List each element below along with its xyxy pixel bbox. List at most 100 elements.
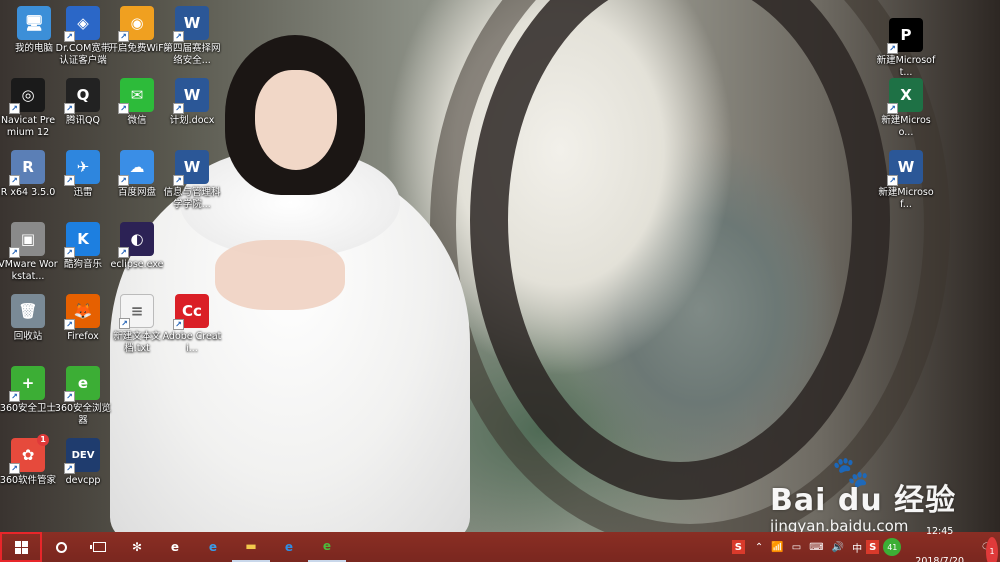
desktop-icon-vmware[interactable]: ▣ ↗ VMware Workstat... — [0, 222, 58, 283]
desktop-icon-word-doc[interactable]: W ↗ 计划.docx — [164, 78, 220, 127]
shortcut-arrow-icon: ↗ — [887, 103, 898, 114]
network-icon[interactable]: 📶 — [767, 532, 787, 562]
devcpp-icon: DEV ↗ — [64, 438, 100, 474]
volume-icon[interactable]: 🔊 — [828, 532, 848, 562]
wallpaper-figure-hands — [215, 240, 345, 310]
desktop-icon-devcpp[interactable]: DEV ↗ devcpp — [55, 438, 111, 487]
kugou-icon: K ↗ — [64, 222, 100, 258]
shortcut-arrow-icon: ↗ — [9, 247, 20, 258]
pinwheel-app-icon: ✻ — [131, 540, 143, 554]
desktop-icon-word-doc[interactable]: W ↗ 新建Microsof... — [878, 150, 934, 211]
shortcut-arrow-icon: ↗ — [9, 103, 20, 114]
sogou-tray-icon[interactable]: S — [866, 540, 880, 554]
desktop-icon-firefox[interactable]: 🦊 ↗ Firefox — [55, 294, 111, 343]
firefox-icon: 🦊 ↗ — [64, 294, 100, 330]
clock[interactable]: 12:45 2018/7/20 — [905, 517, 974, 562]
taskbar-app-360-browser-taskbar[interactable]: e — [308, 532, 346, 562]
360-browser-icon: e ↗ — [64, 366, 100, 402]
action-center-button[interactable]: 🗨 1 — [974, 532, 1000, 562]
file-explorer-icon: ▬ — [245, 539, 257, 553]
desktop-icon-word-doc[interactable]: W ↗ 信息与管理科学学院... — [163, 150, 221, 211]
shortcut-arrow-icon: ↗ — [9, 463, 20, 474]
desktop-icon-label: 360安全卫士 — [0, 403, 57, 414]
system-tray: S ⌃ 📶 ▭ ⌨ 🔊 中 S 41 12:45 2018/7/20 🗨 1 — [731, 526, 1000, 562]
taskbar-app-pinwheel-app[interactable]: ✻ — [118, 532, 156, 562]
desktop-icon-text-file[interactable]: ≡ ↗ 新建文本文档.txt — [109, 294, 165, 355]
drcom-icon: ◈ ↗ — [64, 6, 100, 42]
start-button[interactable] — [0, 532, 42, 562]
desktop-icon-label: 信息与管理科学学院... — [163, 187, 221, 210]
desktop-icon-label: Adobe Creati... — [162, 331, 222, 354]
desktop-icon-eclipse[interactable]: ◐ ↗ eclipse.exe — [109, 222, 165, 271]
shortcut-arrow-icon: ↗ — [64, 319, 75, 330]
recycle-bin-icon: 🗑 — [11, 294, 45, 328]
cortana-search-button[interactable] — [42, 532, 80, 562]
shortcut-arrow-icon: ↗ — [118, 31, 129, 42]
desktop-icon-label: 第四届赛择网络安全... — [163, 43, 221, 66]
desktop-icon-qq[interactable]: Q ↗ 腾讯QQ — [55, 78, 111, 127]
desktop-icon-adobe-cc[interactable]: Cc ↗ Adobe Creati... — [162, 294, 222, 355]
shortcut-arrow-icon: ↗ — [118, 103, 129, 114]
ie-blue-icon: e — [284, 540, 294, 554]
shortcut-arrow-icon: ↗ — [173, 103, 184, 114]
desktop-icon-powerpoint[interactable]: P ↗ 新建Microsoft... — [877, 18, 935, 79]
desktop-icon-label: VMware Workstat... — [0, 259, 58, 282]
wallpaper-figure-face — [255, 70, 337, 170]
adobe-cc-icon: Cc ↗ — [173, 294, 209, 330]
desktop-icon-label: 新建文本文档.txt — [113, 331, 161, 354]
taskbar-app-edge[interactable]: e — [194, 532, 232, 562]
clock-time: 12:45 — [925, 526, 954, 537]
word-doc-icon: W ↗ — [173, 78, 209, 114]
desktop-icon-label: 开启免费WiFi — [108, 43, 166, 54]
desktop-icon-360-browser[interactable]: e ↗ 360安全浏览器 — [55, 366, 111, 427]
battery-icon[interactable]: ▭ — [788, 532, 805, 562]
desktop-icon-label: 迅雷 — [73, 187, 93, 198]
shortcut-arrow-icon: ↗ — [64, 175, 75, 186]
qq-icon: Q ↗ — [64, 78, 100, 114]
sogou-ime-icon[interactable]: S — [731, 540, 745, 554]
desktop-icon-r[interactable]: R ↗ R x64 3.5.0 — [0, 150, 56, 199]
desktop-icon-kugou[interactable]: K ↗ 酷狗音乐 — [55, 222, 111, 271]
360-browser-taskbar-icon: e — [322, 539, 332, 553]
cortana-circle-icon — [55, 541, 67, 553]
desktop-icon-wechat[interactable]: ✉ ↗ 微信 — [109, 78, 165, 127]
taskbar-app-ie-blue[interactable]: e — [270, 532, 308, 562]
show-hidden-icons-chevron-icon[interactable]: ⌃ — [751, 532, 767, 562]
shortcut-arrow-icon: ↗ — [9, 175, 20, 186]
notification-count-badge: 1 — [986, 537, 998, 562]
desktop-icon-drcom[interactable]: ◈ ↗ Dr.COM宽带认证客户端 — [55, 6, 111, 67]
desktop-icon-360-software[interactable]: ✿ ↗ 1 360软件管家 — [0, 434, 56, 487]
powerpoint-icon: P ↗ — [887, 18, 923, 54]
desktop-icon-recycle-bin[interactable]: 🗑 回收站 — [0, 294, 56, 343]
desktop-icon-label: 计划.docx — [169, 115, 215, 126]
shortcut-arrow-icon: ↗ — [887, 175, 898, 186]
taskbar-app-ie[interactable]: e — [156, 532, 194, 562]
desktop-icon-label: 微信 — [127, 115, 147, 126]
360-safe-icon: + ↗ — [9, 366, 45, 402]
watermark-logo: Bai du 经验 — [770, 483, 957, 518]
text-file-icon: ≡ ↗ — [119, 294, 154, 329]
desktop-icon-360-safe[interactable]: + ↗ 360安全卫士 — [0, 366, 56, 415]
desktop-icon-wifi[interactable]: ◉ ↗ 开启免费WiFi — [108, 6, 166, 55]
computer-icon: 🖥 — [17, 6, 51, 40]
navicat-icon: ◎ ↗ — [9, 78, 45, 114]
shortcut-arrow-icon: ↗ — [173, 319, 184, 330]
shortcut-arrow-icon: ↗ — [64, 463, 75, 474]
update-count-badge: 1 — [37, 434, 49, 446]
wifi-icon: ◉ ↗ — [118, 6, 154, 42]
desktop-icon-label: 百度网盘 — [117, 187, 156, 198]
desktop-icon-word-doc[interactable]: W ↗ 第四届赛择网络安全... — [163, 6, 221, 67]
desktop-icon-excel[interactable]: X ↗ 新建Microso... — [878, 78, 934, 139]
desktop-icon-label: eclipse.exe — [110, 259, 164, 270]
shortcut-arrow-icon: ↗ — [887, 43, 898, 54]
desktop-icon-label: Firefox — [67, 331, 99, 342]
desktop-icon-navicat[interactable]: ◎ ↗ Navicat Premium 12 — [0, 78, 56, 139]
360-tray-badge[interactable]: 41 — [883, 538, 902, 556]
keyboard-icon[interactable]: ⌨ — [805, 532, 827, 562]
desktop-icon-label: devcpp — [65, 475, 101, 486]
desktop-icon-baidu-netdisk[interactable]: ☁ ↗ 百度网盘 — [109, 150, 165, 199]
ime-language-indicator[interactable]: 中 — [848, 532, 866, 562]
taskbar-app-file-explorer[interactable]: ▬ — [232, 532, 270, 562]
desktop-icon-xunlei[interactable]: ✈ ↗ 迅雷 — [55, 150, 111, 199]
task-view-button[interactable] — [80, 532, 118, 562]
